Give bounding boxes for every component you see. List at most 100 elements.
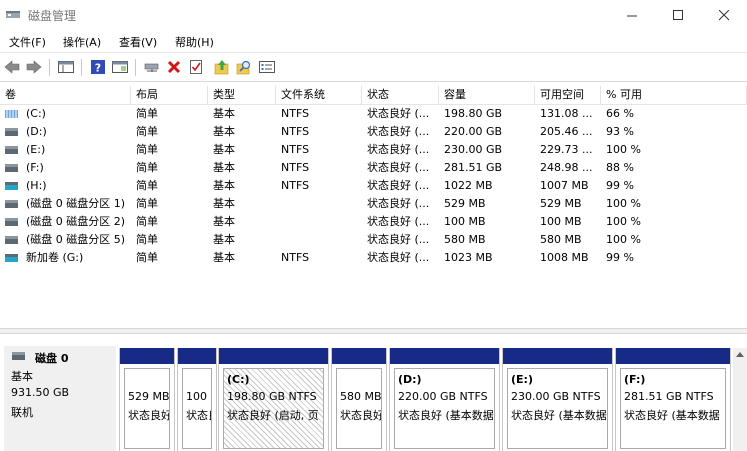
folder-up-icon	[214, 60, 229, 75]
scroll-up-arrow-icon[interactable]	[736, 352, 744, 358]
disk-state: 联机	[11, 406, 33, 419]
checklist-button[interactable]	[187, 58, 205, 76]
volume-layout: 简单	[136, 251, 158, 264]
menu-view[interactable]: 查看(V)	[119, 34, 157, 50]
col-volume[interactable]: 卷	[0, 86, 131, 104]
table-row[interactable]: (磁盘 0 磁盘分区 2) 简单 基本 状态良好 (... 100 MB 100…	[0, 213, 747, 231]
disk-info-panel[interactable]: 磁盘 0 基本 931.50 GB 联机	[4, 346, 116, 451]
toolbar-separator	[81, 59, 82, 76]
drive-connect-icon	[144, 63, 159, 72]
col-capacity[interactable]: 容量	[439, 86, 535, 104]
partition-label: (C:)	[227, 373, 250, 386]
volume-percent-free: 66 %	[606, 107, 634, 120]
col-type[interactable]: 类型	[208, 86, 276, 104]
console-window-icon	[58, 61, 74, 73]
help-button[interactable]: ?	[89, 58, 107, 76]
search-folder-button[interactable]	[235, 58, 253, 76]
console-tree-button[interactable]	[57, 58, 75, 76]
maximize-button[interactable]	[655, 0, 701, 30]
volume-status: 状态良好 (...	[367, 143, 430, 156]
partition-block-c[interactable]: (C:) 198.80 GB NTFS 状态良好 (启动, 页	[218, 348, 329, 451]
volume-percent-free: 100 %	[606, 233, 641, 246]
table-row[interactable]: (D:) 简单 基本 NTFS 状态良好 (... 220.00 GB 205.…	[0, 123, 747, 141]
partition-block-d[interactable]: (D:) 220.00 GB NTFS 状态良好 (基本数据	[389, 348, 500, 451]
system-drive-icon	[5, 110, 18, 118]
partition-block-f[interactable]: (F:) 281.51 GB NTFS 状态良好 (基本数据	[615, 348, 731, 451]
partition-block-e[interactable]: (E:) 230.00 GB NTFS 状态良好 (基本数据	[502, 348, 613, 451]
table-row[interactable]: (C:) 简单 基本 NTFS 状态良好 (... 198.80 GB 131.…	[0, 105, 747, 123]
back-arrow-icon	[4, 60, 20, 74]
window-title: 磁盘管理	[28, 9, 77, 23]
menu-action[interactable]: 操作(A)	[63, 34, 101, 50]
volume-free-space: 248.98 ...	[540, 161, 593, 174]
volume-type: 基本	[213, 197, 235, 210]
up-folder-button[interactable]	[213, 58, 231, 76]
partition-size: 198.80 GB NTFS	[227, 390, 317, 403]
volume-percent-free: 100 %	[606, 143, 641, 156]
volume-list-header: 卷 布局 类型 文件系统 状态 容量 可用空间 % 可用	[0, 86, 747, 105]
volume-type: 基本	[213, 233, 235, 246]
partition-block[interactable]: 580 MB 状态良好	[331, 348, 387, 451]
menu-help[interactable]: 帮助(H)	[175, 34, 214, 50]
col-free-space[interactable]: 可用空间	[535, 86, 601, 104]
show-hide-pane-button[interactable]	[111, 58, 129, 76]
partition-header-bar	[178, 348, 216, 364]
disk-graphical-view: 磁盘 0 基本 931.50 GB 联机 529 MB 状态良好 100 状态良…	[0, 334, 747, 451]
close-button[interactable]	[701, 0, 747, 30]
partition-header-bar	[503, 348, 612, 364]
disk-name: 磁盘 0	[35, 352, 69, 365]
volume-percent-free: 100 %	[606, 215, 641, 228]
col-filesystem[interactable]: 文件系统	[276, 86, 362, 104]
table-row[interactable]: (F:) 简单 基本 NTFS 状态良好 (... 281.51 GB 248.…	[0, 159, 747, 177]
volume-free-space: 229.73 ...	[540, 143, 593, 156]
disk-icon	[12, 352, 25, 360]
table-row[interactable]: (磁盘 0 磁盘分区 1) 简单 基本 状态良好 (... 529 MB 529…	[0, 195, 747, 213]
partition-status: 状态良好 (基本数据	[511, 409, 607, 422]
volume-name: (H:)	[26, 179, 47, 192]
menu-bar: 文件(F) 操作(A) 查看(V) 帮助(H)	[0, 30, 747, 52]
col-layout[interactable]: 布局	[131, 86, 208, 104]
forward-button[interactable]	[25, 58, 43, 76]
connect-drive-button[interactable]	[143, 58, 161, 76]
volume-name: (磁盘 0 磁盘分区 5)	[26, 233, 126, 246]
volume-type: 基本	[213, 215, 235, 228]
volume-free-space: 580 MB	[540, 233, 582, 246]
partition-block[interactable]: 529 MB 状态良好	[119, 348, 175, 451]
partition-header-bar	[332, 348, 386, 364]
volume-capacity: 100 MB	[444, 215, 486, 228]
volume-capacity: 529 MB	[444, 197, 486, 210]
partition-block[interactable]: 100 状态良好	[177, 348, 217, 451]
toolbar-separator	[49, 59, 50, 76]
col-status[interactable]: 状态	[362, 86, 439, 104]
vertical-scrollbar[interactable]	[733, 348, 747, 451]
volume-capacity: 220.00 GB	[444, 125, 503, 138]
table-row[interactable]: (H:) 简单 基本 NTFS 状态良好 (... 1022 MB 1007 M…	[0, 177, 747, 195]
volume-capacity: 1023 MB	[444, 251, 493, 264]
volume-filesystem: NTFS	[281, 251, 310, 264]
delete-button[interactable]	[165, 58, 183, 76]
volume-percent-free: 88 %	[606, 161, 634, 174]
drive-icon	[5, 164, 18, 172]
partition-label: (F:)	[624, 373, 646, 386]
partition-content: 100 状态良好	[182, 368, 212, 449]
table-row[interactable]: (磁盘 0 磁盘分区 5) 简单 基本 状态良好 (... 580 MB 580…	[0, 231, 747, 249]
volume-status: 状态良好 (...	[367, 233, 430, 246]
table-row[interactable]: (E:) 简单 基本 NTFS 状态良好 (... 230.00 GB 229.…	[0, 141, 747, 159]
volume-type: 基本	[213, 107, 235, 120]
partition-header-bar	[390, 348, 499, 364]
back-button[interactable]	[3, 58, 21, 76]
menu-file[interactable]: 文件(F)	[9, 34, 46, 50]
minimize-button[interactable]	[609, 0, 655, 30]
properties-button[interactable]	[258, 58, 276, 76]
col-percent-free[interactable]: % 可用	[601, 86, 747, 104]
volume-type: 基本	[213, 251, 235, 264]
partition-content: 580 MB 状态良好	[336, 368, 382, 449]
volume-layout: 简单	[136, 179, 158, 192]
table-row[interactable]: 新加卷 (G:) 简单 基本 NTFS 状态良好 (... 1023 MB 10…	[0, 249, 747, 267]
volume-status: 状态良好 (...	[367, 107, 430, 120]
volume-capacity: 230.00 GB	[444, 143, 503, 156]
partition-size: 281.51 GB NTFS	[624, 390, 714, 403]
volume-filesystem	[276, 195, 362, 213]
volume-name: (E:)	[26, 143, 46, 156]
partition-size: 230.00 GB NTFS	[511, 390, 601, 403]
